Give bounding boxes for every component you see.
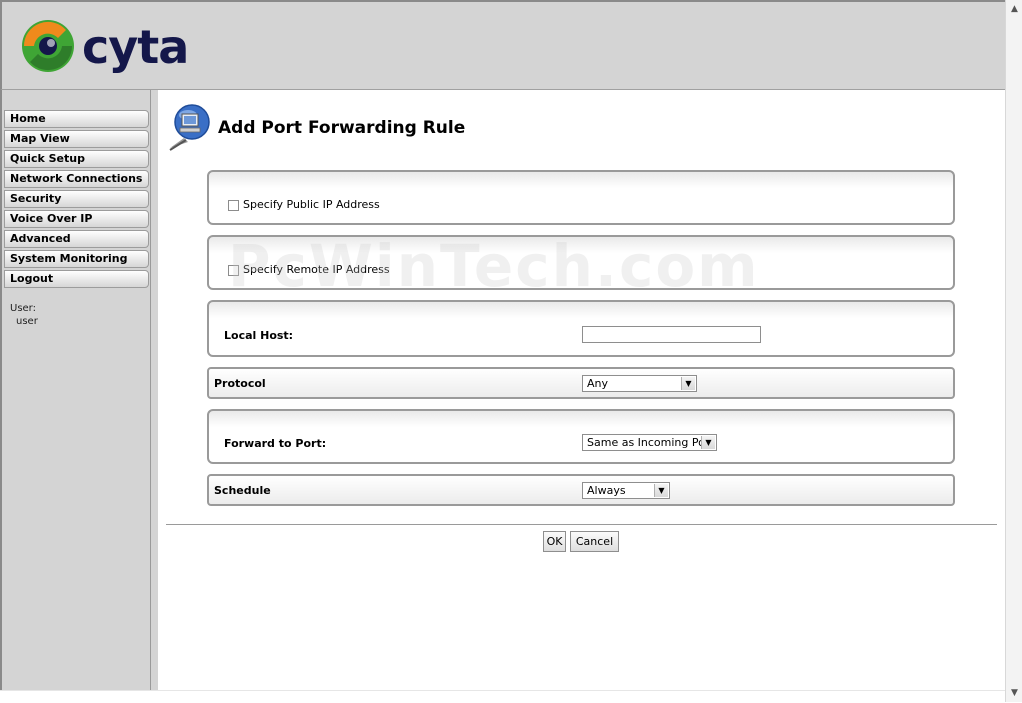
forward-port-select[interactable]: Same as Incoming Port ▼ (582, 434, 717, 451)
network-computer-icon (166, 102, 214, 154)
sidebar-item-logout[interactable]: Logout (4, 270, 149, 288)
forward-port-label: Forward to Port: (224, 437, 327, 450)
schedule-panel: Schedule Always ▼ (207, 474, 955, 506)
sidebar: Home Map View Quick Setup Network Connec… (0, 90, 158, 691)
divider (166, 524, 997, 525)
remote-ip-label: Specify Remote IP Address (243, 263, 390, 276)
forward-port-selected-value: Same as Incoming Port (587, 436, 714, 449)
schedule-label: Schedule (214, 484, 271, 497)
cyta-swirl-icon (22, 20, 74, 72)
user-label: User: (10, 303, 36, 314)
public-ip-checkbox[interactable] (228, 200, 239, 211)
forward-port-panel: Forward to Port: Same as Incoming Port ▼ (207, 409, 955, 464)
local-host-input[interactable] (582, 326, 761, 343)
protocol-selected-value: Any (587, 377, 609, 390)
vertical-scrollbar[interactable]: ▲ ▼ (1005, 0, 1022, 702)
scroll-up-arrow-icon[interactable]: ▲ (1008, 2, 1021, 16)
sidebar-item-quick-setup[interactable]: Quick Setup (4, 150, 149, 168)
chevron-down-icon[interactable]: ▼ (701, 436, 715, 449)
protocol-panel: Protocol Any ▼ (207, 367, 955, 399)
cancel-button[interactable]: Cancel (570, 531, 619, 552)
user-name: user (16, 316, 38, 327)
local-host-panel: Local Host: (207, 300, 955, 357)
ok-button[interactable]: OK (543, 531, 566, 552)
remote-ip-checkbox[interactable] (228, 265, 239, 276)
scroll-down-arrow-icon[interactable]: ▼ (1008, 686, 1021, 700)
sidebar-item-system-monitoring[interactable]: System Monitoring (4, 250, 149, 268)
public-ip-label: Specify Public IP Address (243, 198, 380, 211)
protocol-select[interactable]: Any ▼ (582, 375, 697, 392)
schedule-select[interactable]: Always ▼ (582, 482, 670, 499)
chevron-down-icon[interactable]: ▼ (681, 377, 695, 390)
brand-name: cyta (82, 20, 189, 74)
public-ip-panel: Specify Public IP Address (207, 170, 955, 225)
header-banner: cyta (0, 0, 1005, 90)
sidebar-item-network-connections[interactable]: Network Connections (4, 170, 149, 188)
local-host-label: Local Host: (224, 329, 294, 342)
sidebar-item-map-view[interactable]: Map View (4, 130, 149, 148)
remote-ip-panel: Specify Remote IP Address (207, 235, 955, 290)
sidebar-item-advanced[interactable]: Advanced (4, 230, 149, 248)
cyta-logo: cyta (18, 16, 189, 78)
sidebar-item-security[interactable]: Security (4, 190, 149, 208)
sidebar-item-home[interactable]: Home (4, 110, 149, 128)
sidebar-item-voice-over-ip[interactable]: Voice Over IP (4, 210, 149, 228)
page-title: Add Port Forwarding Rule (218, 118, 466, 138)
chevron-down-icon[interactable]: ▼ (654, 484, 668, 497)
protocol-label: Protocol (214, 377, 266, 390)
schedule-selected-value: Always (587, 484, 626, 497)
